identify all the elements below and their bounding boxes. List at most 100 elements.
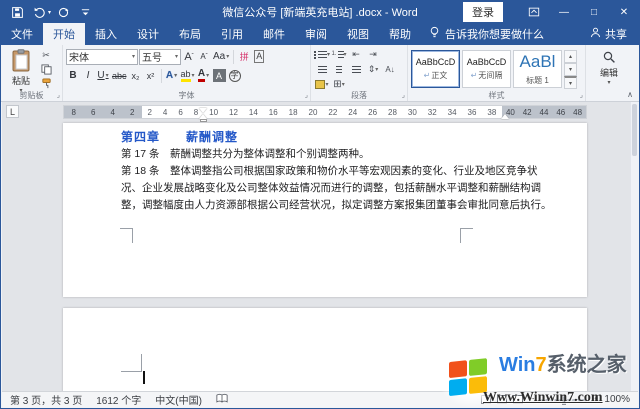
maximize-button[interactable]: □ — [579, 1, 609, 23]
right-indent-marker[interactable] — [501, 114, 509, 119]
word-count[interactable]: 1612 个字 — [96, 392, 141, 407]
line-spacing-button[interactable]: ⇕ ▾ — [365, 62, 381, 77]
clipboard-dialog-launcher-icon[interactable]: ⌟ — [57, 91, 60, 100]
change-case-button[interactable]: Aa ▾ — [212, 49, 230, 65]
bullets-button[interactable]: ▾ — [314, 47, 330, 62]
shrink-font-button[interactable]: Aˇ — [197, 49, 211, 65]
increase-indent-button[interactable]: ⇥ — [365, 47, 381, 62]
tab-view[interactable]: 视图 — [337, 23, 379, 45]
chevron-down-icon: ▾ — [174, 54, 178, 60]
font-size-select[interactable]: 五号 ▾ — [139, 48, 181, 65]
undo-icon[interactable] — [29, 2, 49, 22]
zoom-in-icon[interactable]: + — [593, 394, 599, 405]
styles-dialog-launcher-icon[interactable]: ⌟ — [580, 91, 583, 100]
vertical-scrollbar[interactable] — [630, 102, 638, 391]
ruler-number: 2 — [147, 107, 152, 117]
copy-icon[interactable] — [38, 63, 54, 76]
tab-mailings[interactable]: 邮件 — [253, 23, 295, 45]
save-icon[interactable] — [7, 2, 27, 22]
document-area: L 8642 2 4 6 8 10 12 14 16 18 20 22 24 26 28 30 32 34 36 3… — [2, 102, 630, 391]
search-icon — [602, 50, 616, 66]
styles-scroll-down-icon[interactable]: ▾ — [564, 63, 577, 76]
tab-references[interactable]: 引用 — [211, 23, 253, 45]
highlight-button[interactable]: ab ▾ — [180, 68, 196, 84]
align-right-button[interactable] — [348, 62, 364, 77]
text-effects-button[interactable]: A ▾ — [165, 68, 179, 84]
margin-corner-mark — [460, 228, 473, 243]
decrease-indent-button[interactable]: ⇤ — [348, 47, 364, 62]
paste-button[interactable]: 粘贴 ▾ — [4, 47, 38, 94]
tab-home[interactable]: 开始 — [43, 23, 85, 45]
horizontal-ruler[interactable]: 8642 2 4 6 8 10 12 14 16 18 20 22 24 26 28 30 32 34 36 38 … — [63, 105, 587, 122]
align-center-button[interactable] — [331, 62, 347, 77]
language-indicator[interactable]: 中文(中国) — [155, 392, 202, 407]
styles-group-label: 样式 — [488, 91, 505, 100]
font-name-select[interactable]: 宋体 ▾ — [66, 48, 138, 65]
collapse-ribbon-icon[interactable]: ∧ — [627, 90, 633, 99]
tab-insert[interactable]: 插入 — [85, 23, 127, 45]
page-indicator[interactable]: 第 3 页，共 3 页 — [10, 392, 82, 407]
align-left-button[interactable] — [314, 62, 330, 77]
share-button[interactable]: 共享 — [578, 23, 639, 45]
print-layout-icon[interactable] — [496, 395, 507, 404]
enclose-characters-button[interactable]: 字 — [228, 68, 242, 84]
tab-review[interactable]: 审阅 — [295, 23, 337, 45]
customize-qat-icon[interactable] — [75, 2, 95, 22]
cut-icon[interactable]: ✂ — [38, 49, 54, 62]
font-color-button[interactable]: A ▾ — [197, 68, 211, 84]
superscript-button[interactable]: x² — [144, 68, 158, 84]
document-page[interactable]: 第四章 薪酬调整 第 17 条 薪酬调整共分为整体调整和个别调整两种。 第 18… — [63, 123, 587, 297]
tab-stop-selector[interactable]: L — [6, 105, 19, 118]
editing-button[interactable]: 编辑 ▾ — [589, 47, 629, 86]
character-shading-button[interactable]: A — [212, 68, 227, 84]
first-line-indent-marker[interactable] — [199, 108, 207, 113]
minimize-button[interactable]: — — [549, 1, 579, 23]
sign-in-button[interactable]: 登录 — [463, 2, 503, 22]
style-heading1[interactable]: AaBl 标题 1 — [513, 50, 562, 88]
italic-button[interactable]: I — [81, 68, 95, 84]
ruler-number: 6 — [91, 107, 96, 117]
styles-gallery-more-icon[interactable]: ▾ — [564, 76, 577, 89]
subscript-button[interactable]: x₂ — [129, 68, 143, 84]
tell-me-box[interactable]: 告诉我你想要做什么 — [421, 23, 552, 45]
zoom-level[interactable]: 100% — [604, 394, 630, 405]
margin-corner-mark — [121, 354, 142, 372]
tab-help[interactable]: 帮助 — [379, 23, 421, 45]
shading-button[interactable]: ▾ — [314, 77, 330, 92]
zoom-slider[interactable] — [540, 394, 587, 405]
underline-button[interactable]: U ▾ — [96, 68, 110, 84]
read-mode-icon[interactable] — [480, 395, 491, 404]
proofing-icon[interactable] — [216, 393, 228, 407]
web-layout-icon[interactable] — [512, 395, 523, 404]
zoom-out-icon[interactable]: − — [529, 394, 535, 405]
document-page[interactable] — [63, 308, 587, 391]
tab-file[interactable]: 文件 — [1, 23, 43, 45]
paragraph-dialog-launcher-icon[interactable]: ⌟ — [402, 91, 405, 100]
ribbon-display-options-icon[interactable] — [519, 1, 549, 23]
undo-dropdown-icon[interactable]: ▾ — [48, 9, 51, 16]
borders-button[interactable]: ⊞ ▾ — [331, 77, 347, 92]
tab-layout[interactable]: 布局 — [169, 23, 211, 45]
strikethrough-button[interactable]: abc — [111, 68, 128, 84]
phonetic-guide-button[interactable]: 拼 — [237, 49, 251, 65]
character-border-button[interactable]: A — [252, 49, 266, 65]
bold-button[interactable]: B — [66, 68, 80, 84]
zoom-slider-thumb[interactable] — [561, 394, 566, 405]
grow-font-button[interactable]: Aˆ — [182, 49, 196, 65]
style-no-spacing[interactable]: AaBbCcD ↵无间隔 — [462, 50, 511, 88]
text-line: 整，调整幅度由人力资源部根据公司经营状况，拟定调整方案报集团董事会审批同意后执行… — [121, 199, 552, 211]
format-painter-icon[interactable] — [38, 77, 54, 90]
ruler-right-margin: 40 42 44 46 48 — [502, 106, 586, 118]
left-indent-marker[interactable] — [200, 119, 207, 122]
font-dialog-launcher-icon[interactable]: ⌟ — [305, 91, 308, 100]
tab-design[interactable]: 设计 — [127, 23, 169, 45]
redo-icon[interactable] — [53, 2, 73, 22]
lightbulb-icon — [429, 26, 440, 42]
numbering-button[interactable]: 1. ▾ — [331, 47, 347, 62]
scrollbar-thumb[interactable] — [632, 104, 637, 156]
titlebar-controls: 登录 — □ ✕ — [463, 1, 639, 23]
sort-button[interactable]: A↓ — [382, 62, 398, 77]
styles-scroll-up-icon[interactable]: ▴ — [564, 50, 577, 63]
close-button[interactable]: ✕ — [609, 1, 639, 23]
style-normal[interactable]: AaBbCcD ↵正文 — [411, 50, 460, 88]
